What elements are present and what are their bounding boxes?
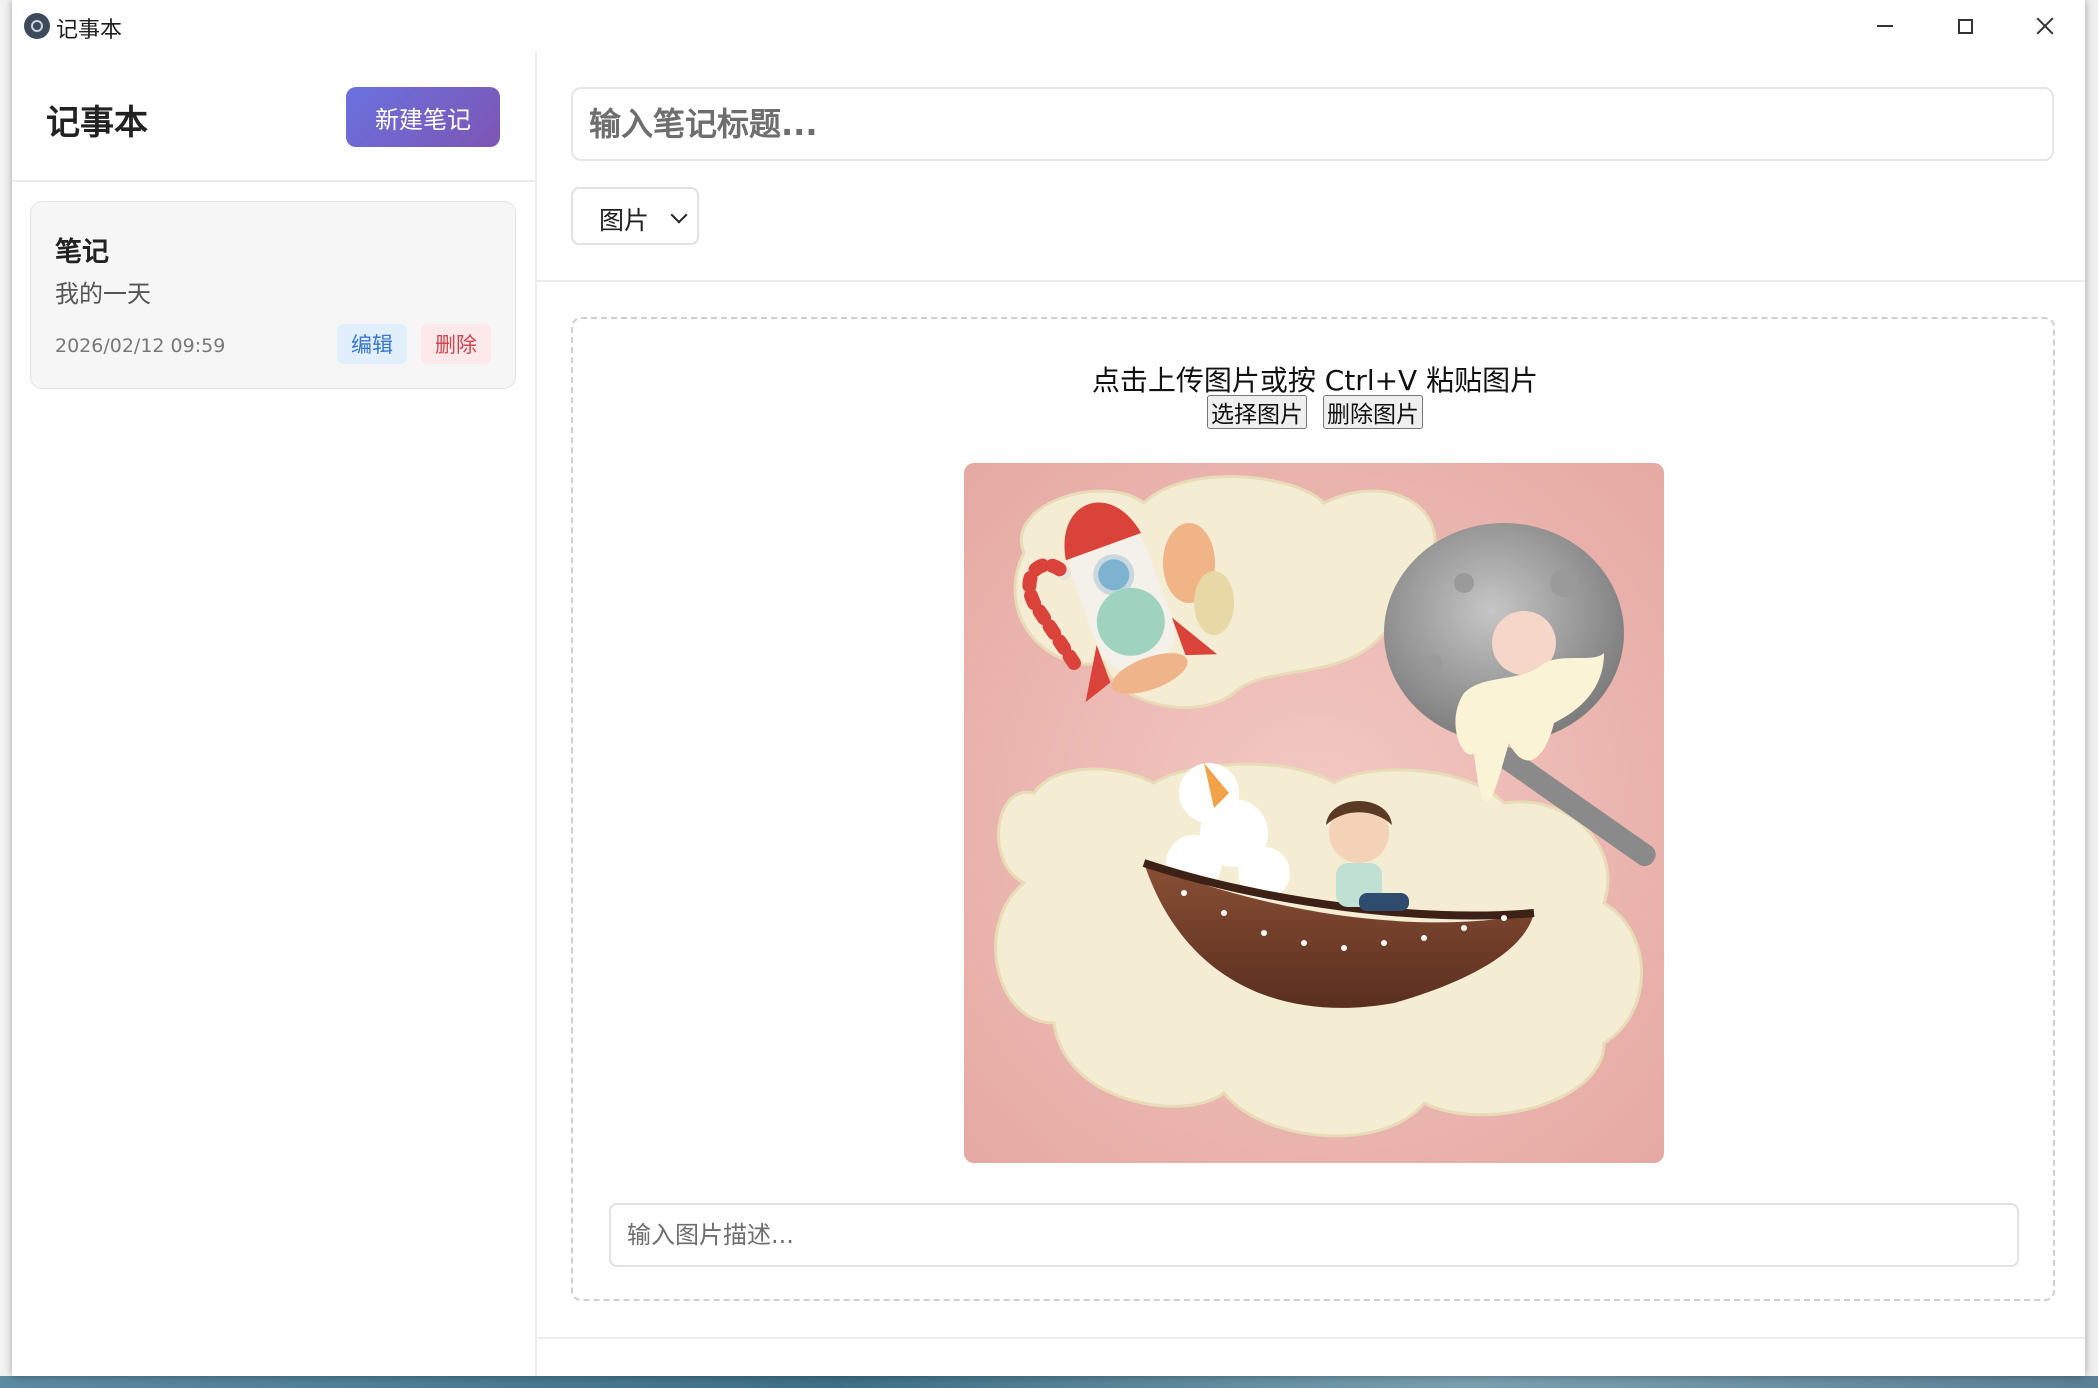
note-preview: 我的一天 bbox=[55, 280, 151, 308]
desktop-background-right bbox=[2085, 0, 2098, 1388]
choose-image-button[interactable]: 选择图片 bbox=[1207, 395, 1307, 429]
minimize-icon bbox=[1877, 25, 1893, 27]
note-date: 2026/02/12 09:59 bbox=[55, 335, 226, 357]
editor-panel: 图片 点击上传图片或按 Ctrl+V 粘贴图片 选择图片 删除图片 bbox=[537, 52, 2085, 1376]
title-bar[interactable]: 记事本 bbox=[12, 0, 2085, 52]
sidebar-header: 记事本 新建笔记 bbox=[12, 52, 535, 182]
upload-hint: 点击上传图片或按 Ctrl+V 粘贴图片 bbox=[1091, 364, 1539, 397]
upload-buttons: 选择图片 删除图片 bbox=[573, 395, 2057, 429]
sidebar: 记事本 新建笔记 笔记 我的一天 2026/02/12 09:59 编辑 删除 bbox=[12, 52, 537, 1376]
delete-note-button[interactable]: 删除 bbox=[421, 324, 491, 364]
edit-note-button[interactable]: 编辑 bbox=[337, 324, 407, 364]
maximize-button[interactable] bbox=[1925, 0, 2005, 52]
chevron-down-icon bbox=[670, 206, 688, 224]
note-title-input[interactable] bbox=[571, 87, 2054, 161]
new-note-button[interactable]: 新建笔记 bbox=[346, 87, 500, 147]
note-type-value: 图片 bbox=[599, 206, 650, 235]
image-description-input[interactable] bbox=[609, 1203, 2019, 1267]
sidebar-title: 记事本 bbox=[46, 103, 148, 143]
close-button[interactable] bbox=[2005, 0, 2085, 52]
image-illustration bbox=[964, 463, 1664, 1163]
window-title: 记事本 bbox=[56, 18, 123, 43]
minimize-button[interactable] bbox=[1845, 0, 1925, 52]
app-window: 记事本 记事本 新建笔记 笔记 我的一天 2026/02/12 09:59 编辑… bbox=[12, 0, 2085, 1376]
desktop-wallpaper bbox=[0, 1376, 2098, 1388]
desktop-background-left bbox=[0, 0, 12, 1388]
app-icon bbox=[24, 13, 50, 39]
maximize-icon bbox=[1957, 18, 1973, 34]
note-type-select[interactable]: 图片 bbox=[571, 187, 699, 245]
note-list-item[interactable]: 笔记 我的一天 2026/02/12 09:59 编辑 删除 bbox=[30, 201, 516, 389]
image-upload-area[interactable]: 点击上传图片或按 Ctrl+V 粘贴图片 选择图片 删除图片 bbox=[571, 317, 2055, 1301]
divider bbox=[537, 1337, 2085, 1339]
uploaded-image bbox=[964, 463, 1664, 1163]
close-icon bbox=[2036, 17, 2054, 35]
delete-image-button[interactable]: 删除图片 bbox=[1323, 395, 1423, 429]
divider bbox=[537, 280, 2085, 282]
note-title: 笔记 bbox=[55, 237, 109, 268]
